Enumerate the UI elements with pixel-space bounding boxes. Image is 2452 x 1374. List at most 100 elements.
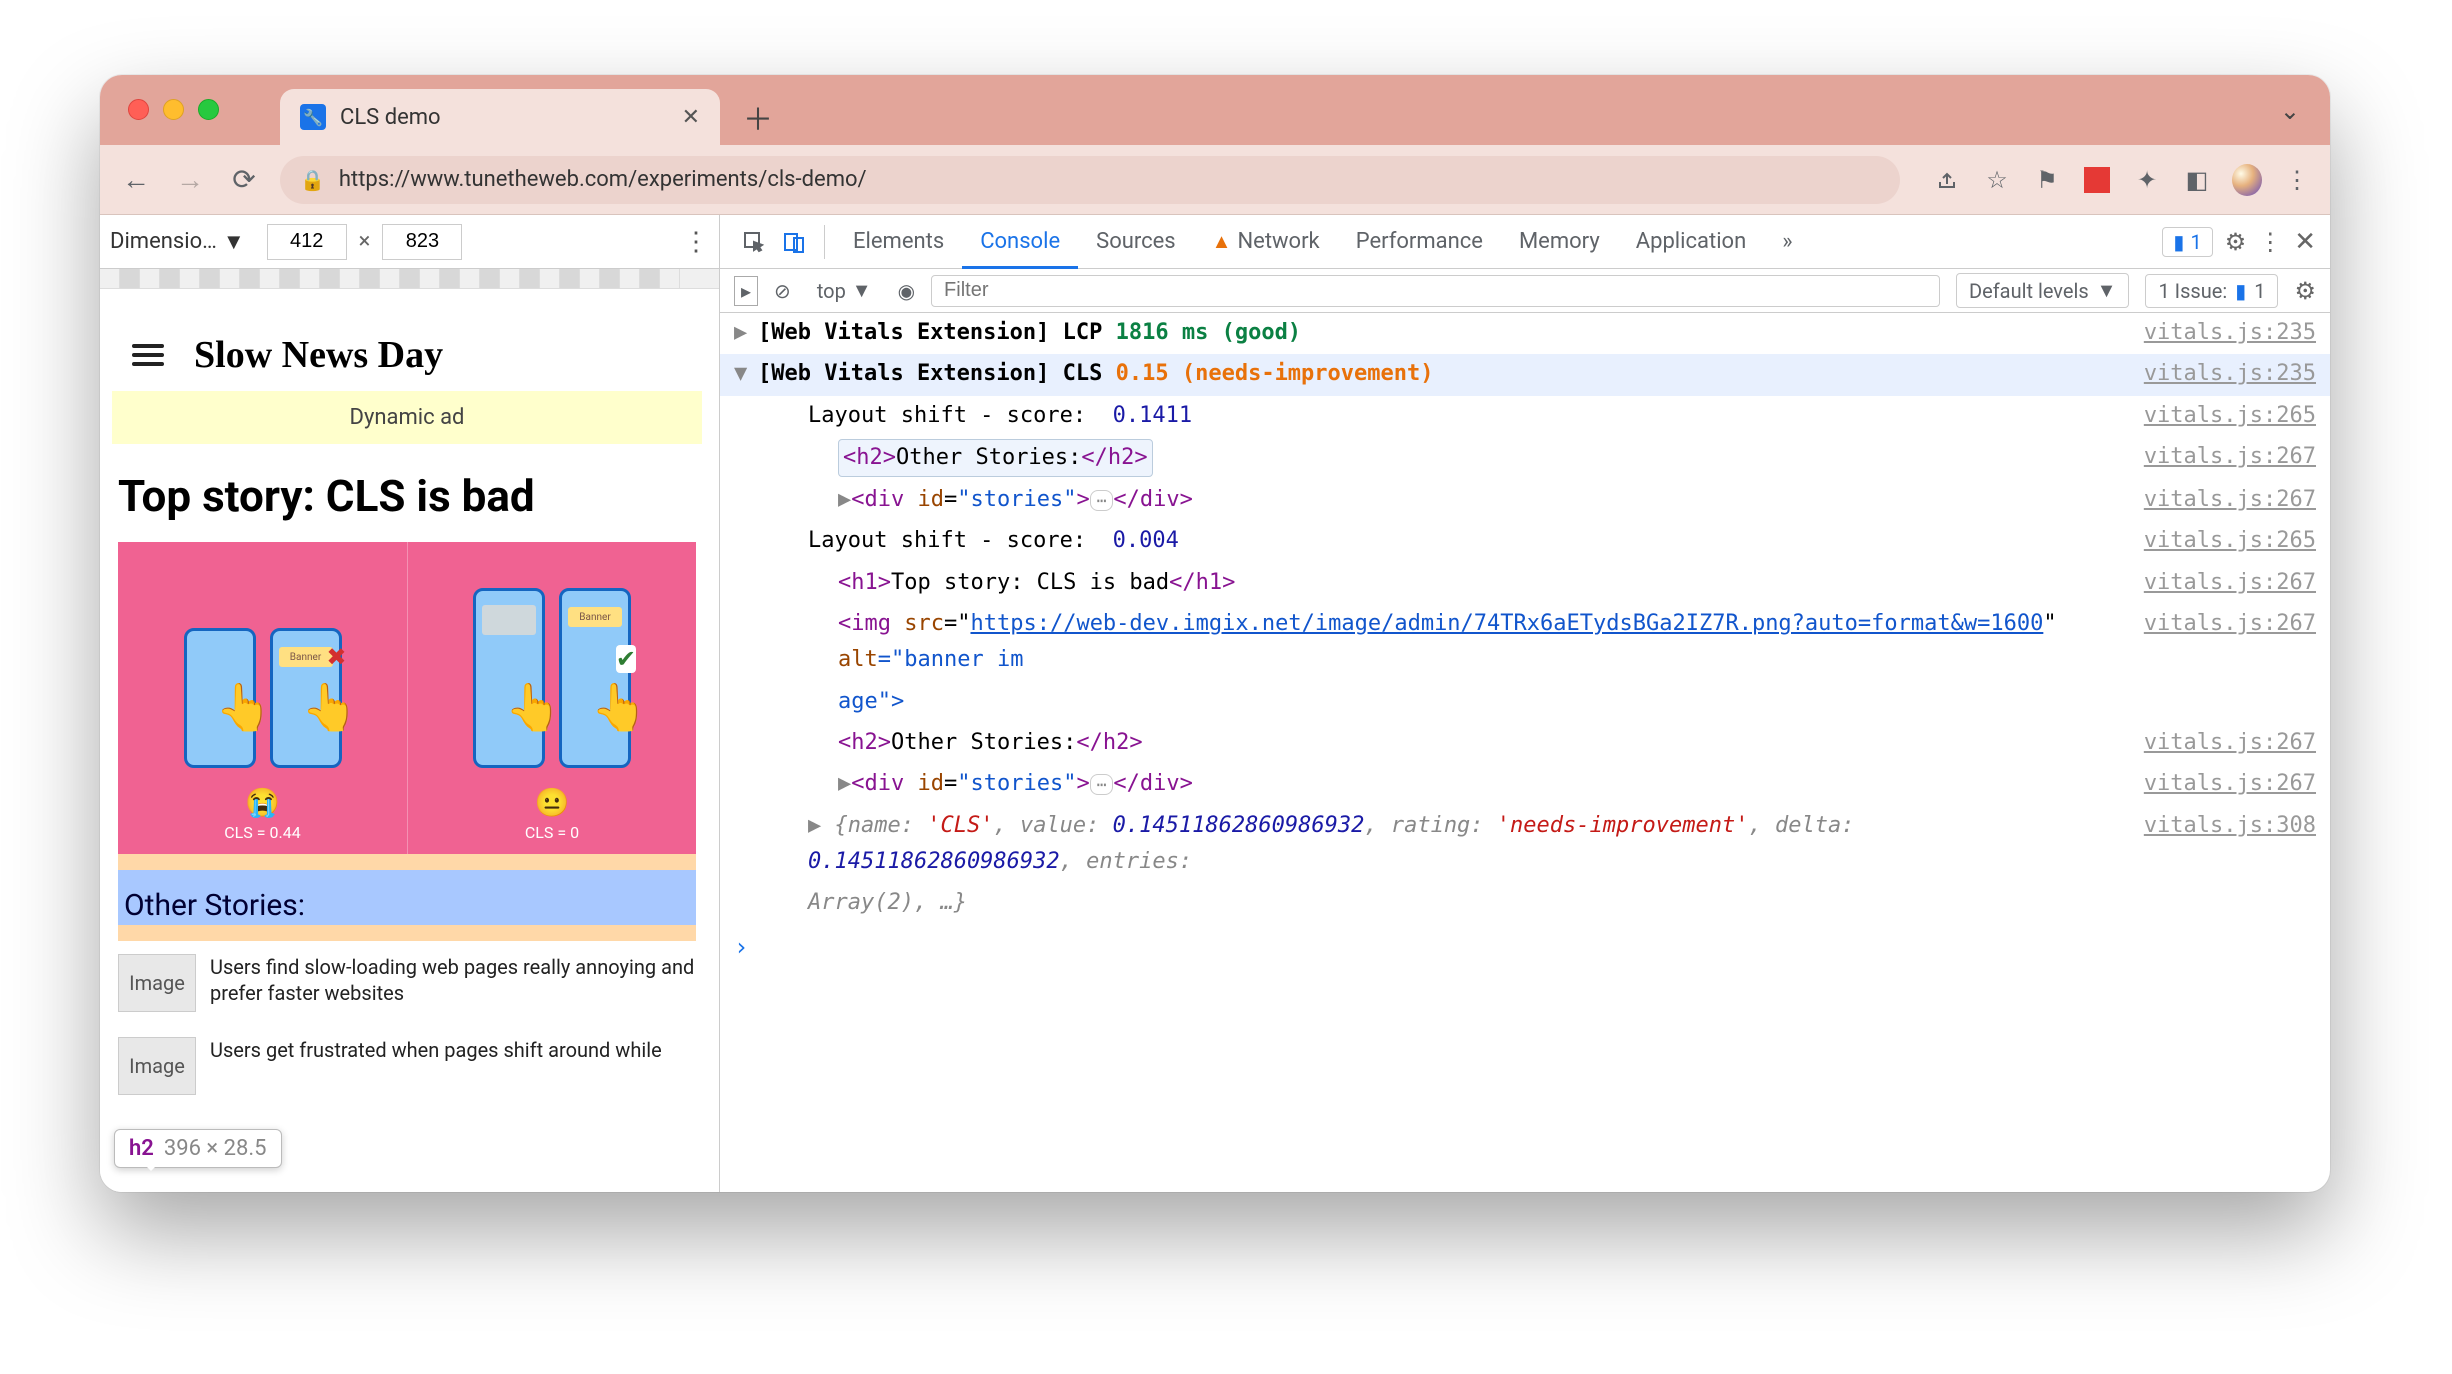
- source-link[interactable]: vitals.js:267: [2144, 565, 2316, 601]
- source-link[interactable]: vitals.js:265: [2144, 523, 2316, 559]
- source-link[interactable]: vitals.js:267: [2144, 725, 2316, 761]
- console-message[interactable]: <h2>Other Stories:</h2> vitals.js:267: [720, 723, 2330, 764]
- url-text: https://www.tunetheweb.com/experiments/c…: [339, 167, 867, 192]
- console-message[interactable]: Layout shift - score: 0.004 vitals.js:26…: [720, 521, 2330, 562]
- close-tab-icon[interactable]: ✕: [682, 105, 700, 130]
- context-selector[interactable]: top ▼: [807, 278, 882, 303]
- source-link[interactable]: vitals.js:267: [2144, 766, 2316, 802]
- expand-icon[interactable]: ▶: [838, 771, 851, 796]
- flag-icon[interactable]: ⚑: [2032, 165, 2062, 195]
- devtools-settings-icon[interactable]: ⚙: [2225, 228, 2247, 256]
- source-link[interactable]: vitals.js:235: [2144, 356, 2316, 392]
- console-filter-input[interactable]: [931, 275, 1940, 307]
- device-viewport: Slow News Day Dynamic ad Top story: CLS …: [100, 289, 719, 1192]
- console-settings-icon[interactable]: ⚙: [2294, 277, 2316, 305]
- expand-icon[interactable]: ▶: [734, 315, 758, 351]
- console-message-continuation: Array(2), …}: [720, 883, 2330, 924]
- emoji-sad-icon: 😭: [245, 786, 280, 819]
- tooltip-tag: h2: [129, 1136, 154, 1161]
- story-item[interactable]: Image Users find slow-loading web pages …: [112, 941, 702, 1024]
- console-sidebar-toggle-icon[interactable]: ▸: [734, 276, 758, 306]
- window-controls: [128, 99, 219, 120]
- messages-badge[interactable]: ▮1: [2162, 227, 2212, 257]
- tab-memory[interactable]: Memory: [1501, 215, 1618, 268]
- tabs-menu-icon[interactable]: ⌄: [2280, 97, 2300, 125]
- source-link[interactable]: vitals.js:265: [2144, 398, 2316, 434]
- expand-icon[interactable]: ▶: [838, 487, 851, 512]
- ruler: [100, 269, 719, 289]
- console-message[interactable]: <h2>Other Stories:</h2> vitals.js:267: [720, 437, 2330, 480]
- hamburger-icon[interactable]: [132, 344, 164, 366]
- console-message[interactable]: ▶<div id="stories">⋯</div> vitals.js:267: [720, 480, 2330, 521]
- extensions-puzzle-icon[interactable]: ✦: [2132, 165, 2162, 195]
- tab-network[interactable]: ▲Network: [1194, 215, 1338, 268]
- console-message[interactable]: ▶<div id="stories">⋯</div> vitals.js:267: [720, 764, 2330, 805]
- console-message[interactable]: Layout shift - score: 0.1411 vitals.js:2…: [720, 396, 2330, 437]
- maximize-window-button[interactable]: [198, 99, 219, 120]
- log-levels-selector[interactable]: Default levels▼: [1956, 273, 2129, 308]
- source-link[interactable]: vitals.js:267: [2144, 482, 2316, 518]
- devtools-tabbar: Elements Console Sources ▲Network Perfor…: [720, 215, 2330, 269]
- forward-button[interactable]: →: [172, 162, 208, 198]
- console-message[interactable]: ▶ [Web Vitals Extension] LCP 1816 ms (go…: [720, 313, 2330, 354]
- tab-console[interactable]: Console: [962, 215, 1078, 268]
- highlight-band-blue: [118, 870, 696, 886]
- expand-icon[interactable]: ▶: [808, 813, 835, 838]
- share-icon[interactable]: [1932, 165, 1962, 195]
- console-output: ▶ [Web Vitals Extension] LCP 1816 ms (go…: [720, 313, 2330, 1192]
- chrome-menu-icon[interactable]: ⋮: [2282, 165, 2312, 195]
- reload-button[interactable]: ⟳: [226, 162, 262, 198]
- close-window-button[interactable]: [128, 99, 149, 120]
- dimensions-dropdown-icon[interactable]: ▼: [223, 229, 245, 255]
- page-h1: Top story: CLS is bad: [112, 470, 702, 542]
- element-inspector-tooltip: h2 396 × 28.5: [114, 1129, 282, 1168]
- chevron-down-icon: ▼: [852, 278, 872, 303]
- story-image-placeholder: Image: [118, 1037, 196, 1095]
- dimensions-label: Dimensio…: [110, 229, 217, 254]
- cls-left-caption: CLS = 0.44: [224, 823, 300, 842]
- tab-sources[interactable]: Sources: [1078, 215, 1194, 268]
- back-button[interactable]: ←: [118, 162, 154, 198]
- devtools-menu-icon[interactable]: ⋮: [2258, 228, 2282, 256]
- content-area: Dimensio… ▼ × ⋮ Slow News Day Dynamic ad…: [100, 215, 2330, 1192]
- console-message[interactable]: ▶ {name: 'CLS', value: 0.145118628609869…: [720, 806, 2330, 884]
- console-message[interactable]: <img src="https://web-dev.imgix.net/imag…: [720, 604, 2330, 682]
- console-message[interactable]: ▼ [Web Vitals Extension] CLS 0.15 (needs…: [720, 354, 2330, 395]
- source-link[interactable]: vitals.js:235: [2144, 315, 2316, 351]
- tab-application[interactable]: Application: [1618, 215, 1764, 268]
- tab-overflow-icon[interactable]: »: [1764, 215, 1810, 268]
- source-link[interactable]: vitals.js:267: [2144, 439, 2316, 475]
- minimize-window-button[interactable]: [163, 99, 184, 120]
- page-h2-highlighted[interactable]: Other Stories:: [118, 886, 696, 925]
- inspect-element-icon[interactable]: [734, 230, 774, 254]
- device-height-input[interactable]: [382, 224, 462, 260]
- bookmark-icon[interactable]: ☆: [1982, 165, 2012, 195]
- devtools-close-icon[interactable]: ✕: [2294, 227, 2316, 257]
- device-toolbar: Dimensio… ▼ × ⋮: [100, 215, 719, 269]
- console-prompt[interactable]: ›: [720, 924, 2330, 972]
- banner-right: 👆 Banner👆✔ 😐 CLS = 0: [407, 542, 696, 854]
- browser-tab[interactable]: 🔧 CLS demo ✕: [280, 89, 720, 145]
- address-bar[interactable]: 🔒 https://www.tunetheweb.com/experiments…: [280, 156, 1900, 204]
- device-toggle-icon[interactable]: [774, 230, 814, 254]
- sidepanel-icon[interactable]: ◧: [2182, 165, 2212, 195]
- highlight-band: [118, 925, 696, 941]
- console-message[interactable]: <h1>Top story: CLS is bad</h1> vitals.js…: [720, 563, 2330, 604]
- tab-performance[interactable]: Performance: [1338, 215, 1501, 268]
- emoji-neutral-icon: 😐: [535, 786, 570, 819]
- story-item[interactable]: Image Users get frustrated when pages sh…: [112, 1024, 702, 1107]
- new-tab-button[interactable]: ＋: [740, 99, 776, 135]
- device-width-input[interactable]: [267, 224, 347, 260]
- issues-badge[interactable]: 1 Issue:▮1: [2145, 274, 2278, 308]
- source-link[interactable]: vitals.js:308: [2144, 808, 2316, 844]
- live-expression-icon[interactable]: ◉: [898, 279, 915, 303]
- banner-left: 👆 Banner👆✖ 😭 CLS = 0.44: [118, 542, 407, 854]
- device-toolbar-menu-icon[interactable]: ⋮: [683, 227, 709, 257]
- collapse-icon[interactable]: ▼: [734, 356, 758, 392]
- tab-elements[interactable]: Elements: [835, 215, 962, 268]
- source-link[interactable]: vitals.js:267: [2144, 606, 2316, 642]
- clear-console-icon[interactable]: ⊘: [774, 279, 791, 303]
- extension-red-icon[interactable]: [2082, 165, 2112, 195]
- profile-avatar[interactable]: [2232, 165, 2262, 195]
- browser-window: 🔧 CLS demo ✕ ＋ ⌄ ← → ⟳ 🔒 https://www.tun…: [100, 75, 2330, 1192]
